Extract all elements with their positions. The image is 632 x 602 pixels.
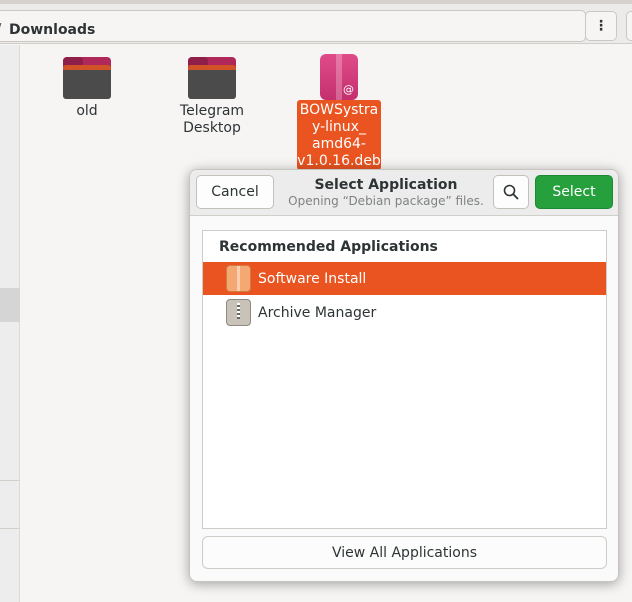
search-button[interactable] bbox=[493, 175, 529, 209]
cancel-button[interactable]: Cancel bbox=[196, 175, 274, 209]
app-row-software-install[interactable]: Software Install bbox=[203, 262, 606, 295]
deb-package-label: BOWSystra y-linux_ amd64- v1.0.16.deb bbox=[297, 100, 381, 170]
folder-item-old[interactable]: old bbox=[32, 57, 142, 120]
app-name: Archive Manager bbox=[258, 304, 377, 321]
vertical-dots-icon: ⋮ bbox=[594, 18, 608, 34]
deb-package-item[interactable]: @ bbox=[284, 54, 394, 100]
location-title[interactable]: Downloads bbox=[9, 22, 95, 38]
section-heading: Recommended Applications bbox=[219, 239, 438, 255]
folder-label: old bbox=[76, 103, 98, 119]
folder-label: Telegram Desktop bbox=[179, 103, 245, 136]
software-install-icon bbox=[226, 265, 251, 292]
archive-manager-icon bbox=[226, 299, 251, 326]
app-row-archive-manager[interactable]: Archive Manager bbox=[203, 296, 606, 329]
dialog-title: Select Application bbox=[314, 177, 458, 193]
places-sidebar bbox=[0, 45, 20, 602]
file-manager-header: / Downloads ⋮ bbox=[0, 4, 632, 44]
dialog-header: Cancel Select Application Opening “Debia… bbox=[190, 170, 618, 216]
search-icon bbox=[503, 184, 519, 200]
dialog-subtitle: Opening “Debian package” files. bbox=[288, 194, 484, 208]
debian-package-icon: @ bbox=[320, 54, 358, 100]
options-menu-button[interactable]: ⋮ bbox=[585, 11, 617, 41]
app-name: Software Install bbox=[258, 270, 367, 287]
location-bar[interactable]: / Downloads bbox=[0, 10, 586, 42]
view-all-applications-button[interactable]: View All Applications bbox=[202, 536, 607, 569]
path-separator: / bbox=[0, 22, 1, 37]
folder-icon bbox=[63, 57, 111, 99]
sidebar-divider bbox=[0, 528, 20, 529]
select-button[interactable]: Select bbox=[535, 175, 613, 209]
view-toggle-button[interactable] bbox=[626, 11, 632, 41]
folder-icon bbox=[188, 57, 236, 99]
sidebar-item-selected[interactable] bbox=[0, 288, 20, 322]
sidebar-divider bbox=[0, 480, 20, 481]
folder-item-telegram-desktop[interactable]: Telegram Desktop bbox=[157, 57, 267, 137]
select-application-dialog: Cancel Select Application Opening “Debia… bbox=[189, 169, 619, 582]
application-list: Recommended Applications Software Instal… bbox=[202, 230, 607, 529]
